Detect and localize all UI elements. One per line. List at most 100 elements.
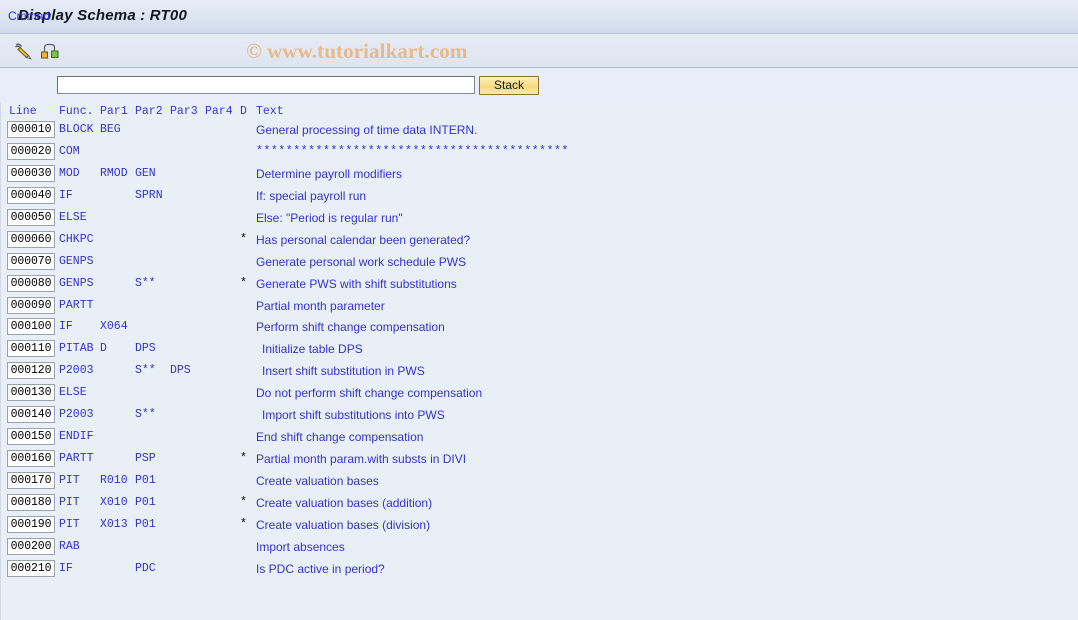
table-row[interactable]: 000050 ELSE Else: "Period is regular run": [1, 208, 1078, 230]
table-row[interactable]: 000020 COM *******************************…: [1, 142, 1078, 164]
cell-text: ****************************************…: [256, 144, 569, 158]
cell-text: Generate PWS with shift substitutions: [256, 276, 457, 291]
table-row[interactable]: 000040 IF SPRN If: special payroll run: [1, 186, 1078, 208]
cell-par3: DPS: [170, 364, 191, 378]
cell-par2: SPRN: [135, 188, 163, 202]
table-row[interactable]: 000030 MOD RMOD GEN Determine payroll modifi…: [1, 164, 1078, 186]
cell-par1: R010: [100, 474, 128, 487]
cell-func: PIT: [59, 474, 80, 487]
cell-text: Is PDC active in period?: [256, 561, 385, 576]
table-row[interactable]: 000170 PIT R010 P01 Create valuation bases: [1, 471, 1078, 493]
cell-func: IF: [59, 188, 73, 202]
line-number-cell[interactable]: 000130: [7, 384, 55, 402]
cell-text: Partial month param.with substs in DIVI: [256, 452, 467, 467]
table-row[interactable]: 000060 CHKPC * Has personal calendar been g…: [1, 230, 1078, 252]
cell-func: PIT: [59, 517, 80, 531]
line-number-cell[interactable]: 000010: [7, 121, 55, 138]
cell-par1: X064: [100, 320, 128, 334]
line-number-cell[interactable]: 000140: [7, 406, 55, 424]
line-number-cell[interactable]: 000070: [7, 252, 55, 270]
column-header-par1: Par1: [100, 105, 128, 118]
line-number-cell[interactable]: 000080: [7, 274, 55, 292]
cell-par1: X013: [100, 517, 128, 531]
table-row[interactable]: 000190 PIT X013 P01 * Create valuation bases …: [1, 515, 1078, 537]
cell-par1: D: [100, 342, 107, 356]
grid-body: 000010 BLOCK BEG General processing of time…: [1, 120, 1078, 581]
cell-func: ELSE: [59, 210, 87, 224]
cell-par2: P01: [135, 517, 156, 531]
cell-par1: RMOD: [100, 166, 128, 180]
table-row[interactable]: 000120 P2003 S** DPS Insert shift substituti…: [1, 361, 1078, 383]
cell-par1: X010: [100, 495, 128, 509]
sap-display-schema-window: Display Schema : RT00 © www.tutorialkart…: [0, 0, 1078, 620]
window-titlebar: Display Schema : RT00: [0, 0, 1078, 34]
line-number-cell[interactable]: 000090: [7, 296, 55, 314]
column-header-line: Line: [9, 105, 37, 118]
line-number-cell[interactable]: 000050: [7, 208, 55, 226]
line-number-cell[interactable]: 000150: [7, 428, 55, 446]
cell-func: COM: [59, 144, 80, 158]
cell-func: PIT: [59, 495, 80, 509]
cell-text: Has personal calendar been generated?: [256, 232, 471, 247]
stack-button[interactable]: Stack: [479, 76, 539, 95]
cell-text: Partial month parameter: [256, 298, 385, 313]
cell-func: PITAB: [59, 342, 94, 356]
line-number-cell[interactable]: 000100: [7, 318, 55, 336]
column-header-func: Func.: [59, 105, 94, 118]
edit-pencil-icon[interactable]: [13, 41, 35, 61]
cell-par2: PSP: [135, 452, 156, 466]
line-number-cell[interactable]: 000180: [7, 493, 55, 511]
line-number-cell[interactable]: 000020: [7, 142, 55, 160]
cell-d: *: [240, 232, 247, 246]
line-number-cell[interactable]: 000110: [7, 340, 55, 358]
line-number-cell[interactable]: 000040: [7, 186, 55, 204]
table-row[interactable]: 000200 RAB Import absences: [1, 537, 1078, 559]
line-number-cell[interactable]: 000210: [7, 559, 55, 577]
line-number-cell[interactable]: 000030: [7, 164, 55, 182]
hierarchy-structure-icon[interactable]: [39, 41, 61, 61]
table-row[interactable]: 000100 IF X064 Perform shift change compens…: [1, 317, 1078, 339]
table-row[interactable]: 000090 PARTT Partial month parameter: [1, 296, 1078, 318]
table-row[interactable]: 000180 PIT X010 P01 * Create valuation bases …: [1, 493, 1078, 515]
cell-func: GENPS: [59, 254, 94, 268]
line-number-cell[interactable]: 000120: [7, 362, 55, 380]
cell-text: End shift change compensation: [256, 430, 424, 445]
cell-par1: BEG: [100, 123, 121, 136]
cell-func: MOD: [59, 166, 80, 180]
cell-func: CHKPC: [59, 232, 94, 246]
table-row[interactable]: 000070 GENPS Generate personal work schedu…: [1, 252, 1078, 274]
line-number-cell[interactable]: 000160: [7, 450, 55, 468]
cell-par2: DPS: [135, 342, 156, 356]
cell-par2: S**: [135, 364, 156, 378]
table-row[interactable]: 000150 ENDIF End shift change compensation: [1, 427, 1078, 449]
cell-func: IF: [59, 320, 73, 334]
table-row[interactable]: 000210 IF PDC Is PDC active in period?: [1, 559, 1078, 581]
column-header-par3: Par3: [170, 105, 198, 118]
cell-par2: S**: [135, 408, 156, 422]
cell-text: Create valuation bases (addition): [256, 495, 433, 510]
command-input[interactable]: [57, 76, 475, 94]
cell-func: P2003: [59, 408, 94, 422]
table-row[interactable]: 000140 P2003 S** Import shift substitutions…: [1, 405, 1078, 427]
cell-func: BLOCK: [59, 123, 94, 136]
table-row[interactable]: 000080 GENPS S** * Generate PWS with shift s…: [1, 274, 1078, 296]
table-row[interactable]: 000010 BLOCK BEG General processing of time…: [1, 120, 1078, 142]
cell-text: Import shift substitutions into PWS: [262, 408, 445, 423]
line-number-cell[interactable]: 000060: [7, 230, 55, 248]
cell-func: GENPS: [59, 276, 94, 290]
line-number-cell[interactable]: 000170: [7, 472, 55, 489]
line-number-cell[interactable]: 000190: [7, 515, 55, 533]
line-number-cell[interactable]: 000200: [7, 537, 55, 555]
cell-func: PARTT: [59, 452, 94, 466]
table-row[interactable]: 000110 PITAB D DPS Initialize table DPS: [1, 339, 1078, 361]
cell-par2: P01: [135, 495, 156, 509]
table-row[interactable]: 000160 PARTT PSP * Partial month param.with …: [1, 449, 1078, 471]
cell-par2: S**: [135, 276, 156, 290]
schema-grid: Line Func. Par1 Par2 Par3 Par4 D Text 00…: [0, 103, 1078, 620]
table-row[interactable]: 000130 ELSE Do not perform shift change co…: [1, 383, 1078, 405]
cell-func: ENDIF: [59, 430, 94, 444]
cell-text: Determine payroll modifiers: [256, 166, 403, 181]
cell-par2: PDC: [135, 561, 156, 575]
cell-func: P2003: [59, 364, 94, 378]
cell-par2: P01: [135, 474, 156, 487]
